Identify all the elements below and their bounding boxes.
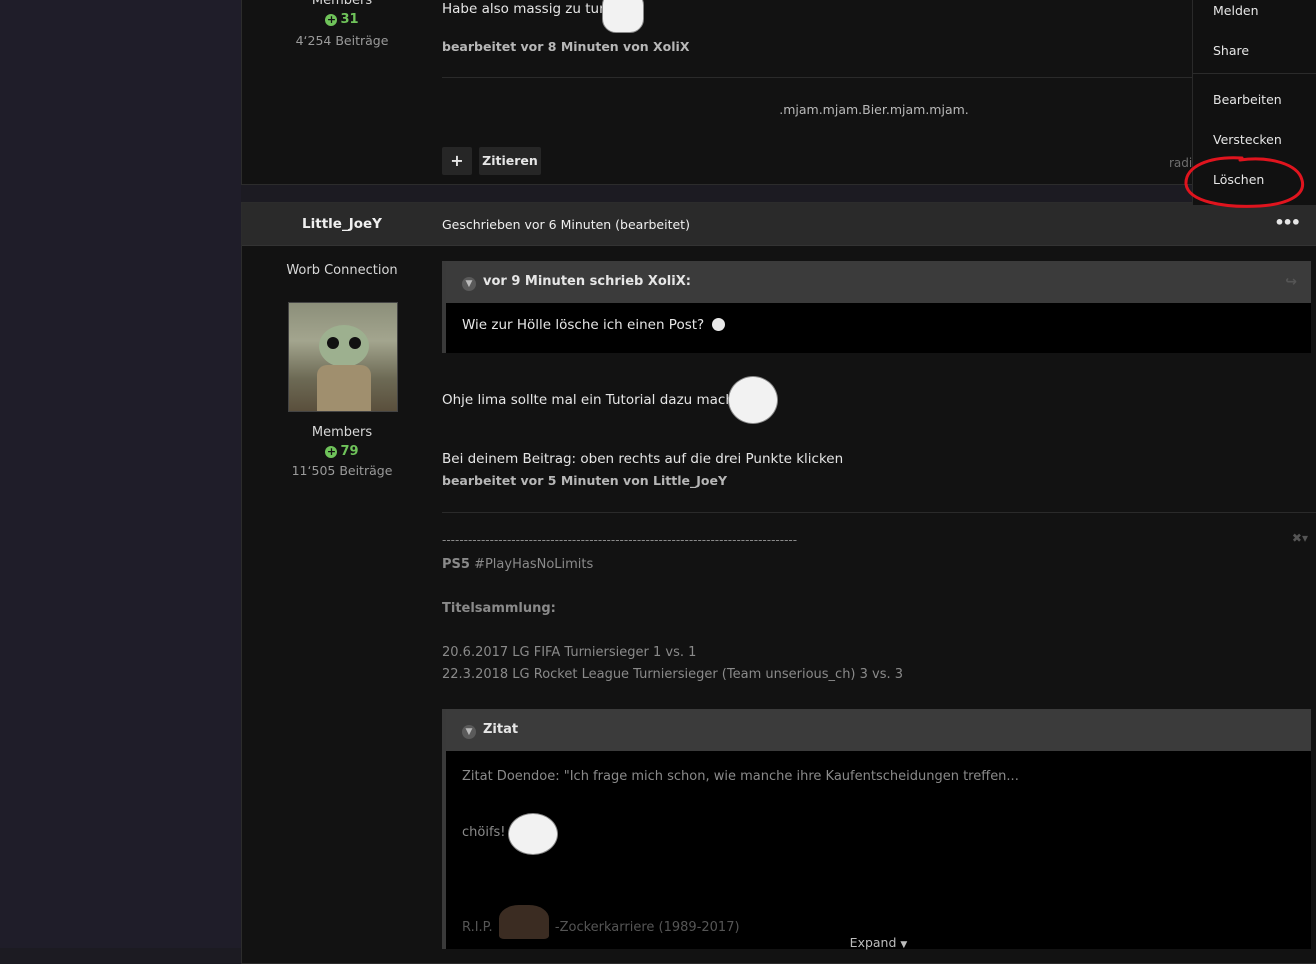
signature-quote-line-3: R.I.P. -Zockerkarriere (1989-2017) (462, 905, 740, 939)
author-title: Worb Connection (286, 263, 398, 278)
signature-quote-header[interactable]: ▼ Zitat (446, 709, 1311, 751)
signature-quote-line-2: chöifs! (462, 825, 506, 840)
author-rank: Members (311, 0, 373, 8)
add-button[interactable]: + (442, 147, 472, 175)
quote-body: Wie zur Hölle lösche ich einen Post? (446, 303, 1311, 347)
signature-titles-heading: Titelsammlung: (442, 601, 556, 616)
avatar-eye-right (349, 337, 361, 349)
signature-ps5-tag: #PlayHasNoLimits (474, 557, 594, 572)
signature-quote-block: ▼ Zitat Zitat Doendoe: "Ich frage mich sc… (442, 709, 1311, 950)
annotation-circle (1184, 156, 1305, 208)
edited-note: bearbeitet vor 8 Minuten von XoliX (442, 39, 690, 54)
post-xolix: Members +31 4‘254 Beiträge Habe also mas… (241, 0, 1316, 185)
author-rank: Members (311, 425, 373, 440)
avatar-figure (319, 325, 369, 367)
post-text-line: Habe also massig zu tun. (442, 1, 612, 17)
post-text: Habe also massig zu tun. (442, 1, 612, 17)
chevron-down-icon[interactable]: ▼ (462, 725, 476, 739)
rip-prefix: R.I.P. (462, 920, 493, 935)
menu-item-bearbeiten[interactable]: Bearbeiten (1213, 92, 1282, 107)
avatar-eye-left (327, 337, 339, 349)
signature-close-icon[interactable]: ✖▾ (1292, 531, 1308, 545)
signature-title-1: 20.6.2017 LG FIFA Turniersieger 1 vs. 1 (442, 645, 697, 660)
menu-item-melden[interactable]: Melden (1213, 3, 1259, 18)
menu-separator (1193, 73, 1316, 74)
post-content: ▼ vor 9 Minuten schrieb XoliX: ↪ Wie zur … (442, 203, 1316, 963)
signature-ps5: PS5 #PlayHasNoLimits (442, 557, 593, 572)
edited-note: bearbeitet vor 5 Minuten von Little_JoeY (442, 473, 728, 488)
post-little-joey: Little_JoeY Geschrieben vor 6 Minuten (b… (241, 202, 1316, 964)
reputation-badge[interactable]: +79 (242, 444, 442, 459)
caret-down-icon: ▼ (900, 940, 908, 950)
reputation-badge[interactable]: +31 (242, 12, 442, 27)
post-text-line: Ohje lima sollte mal ein Tutorial dazu m… (442, 392, 751, 408)
signature-quote-title: Zitat (483, 722, 519, 737)
menu-item-verstecken[interactable]: Verstecken (1213, 132, 1282, 147)
menu-item-share[interactable]: Share (1213, 43, 1249, 58)
post-count: 4‘254 Beiträge (295, 33, 389, 48)
signature-divider (442, 512, 1316, 513)
plus-icon: + (325, 13, 338, 26)
share-arrow-icon[interactable]: ↪ (1285, 261, 1297, 303)
troll-face-emoji (508, 813, 558, 855)
reputation-value: 31 (340, 12, 359, 27)
signature-divider (442, 77, 1316, 78)
signature-quote-line-1: Zitat Doendoe: "Ich frage mich schon, wi… (462, 769, 1019, 784)
quote-header[interactable]: ▼ vor 9 Minuten schrieb XoliX: ↪ (446, 261, 1311, 303)
post-text-line-2: Bei deinem Beitrag: oben rechts auf die … (442, 451, 844, 467)
quote-block: ▼ vor 9 Minuten schrieb XoliX: ↪ Wie zur … (442, 261, 1311, 353)
author-name[interactable]: Little_JoeY (242, 216, 442, 232)
chevron-down-icon[interactable]: ▼ (462, 277, 476, 291)
signature-dashes: ----------------------------------------… (442, 533, 798, 547)
avatar-robe (317, 365, 371, 411)
left-gutter (0, 0, 241, 948)
post-count: 11‘505 Beiträge (291, 463, 393, 478)
plus-icon: + (325, 445, 338, 458)
troll-face-emoji (602, 0, 644, 33)
reputation-value: 79 (340, 444, 359, 459)
troll-face-emoji (728, 376, 778, 424)
signature: .mjam.mjam.Bier.mjam.mjam. (779, 102, 969, 117)
rip-suffix: -Zockerkarriere (1989-2017) (554, 920, 740, 935)
laughing-emoji-icon (711, 318, 725, 331)
post-text-line-1: Ohje lima sollte mal ein Tutorial dazu m… (442, 392, 751, 408)
quote-button[interactable]: Zitieren (479, 147, 541, 175)
signature-title-2: 22.3.2018 LG Rocket League Turniersieger… (442, 667, 904, 682)
quote-author: vor 9 Minuten schrieb XoliX: (483, 274, 691, 289)
quote-body-text: Wie zur Hölle lösche ich einen Post? (462, 317, 705, 333)
avatar[interactable] (288, 302, 398, 412)
viking-helmet-icon (498, 905, 549, 939)
signature-ps5-bold: PS5 (442, 557, 470, 572)
